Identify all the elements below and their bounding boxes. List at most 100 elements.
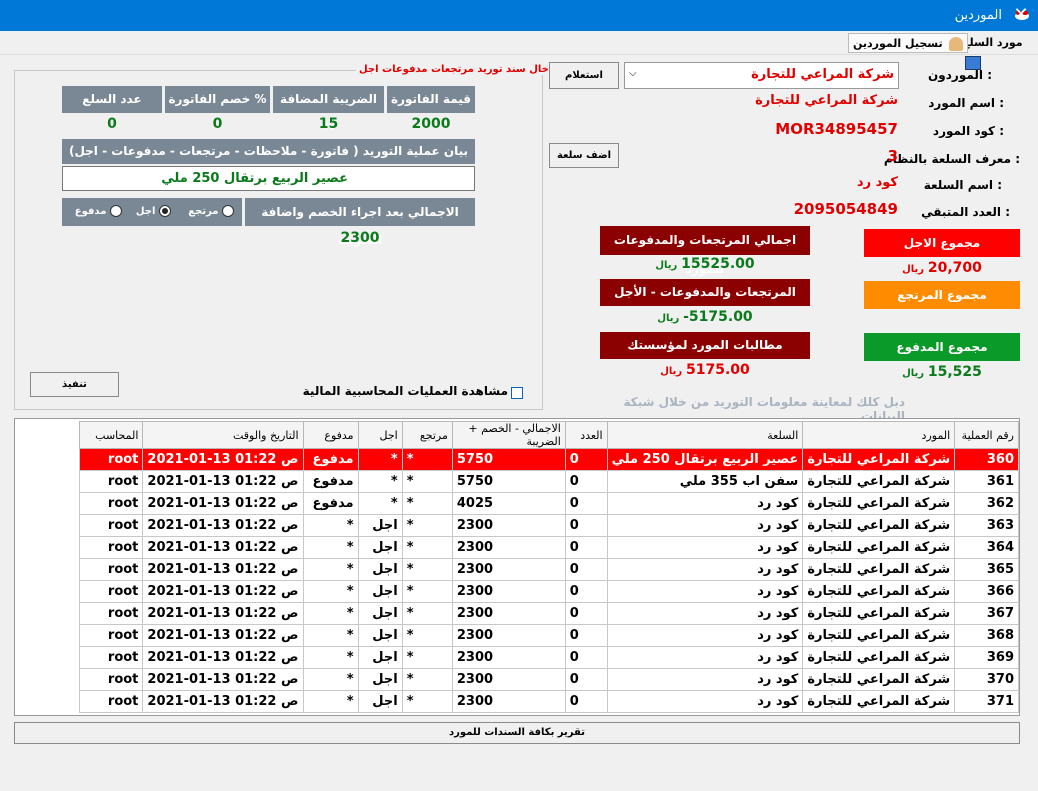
table-row[interactable]: 364 شركة المراعي للتجارة كود رد 0 2300 * اجل * 2…: [78, 536, 1019, 559]
cell-item: كود رد: [606, 690, 804, 713]
cell-op-number: 366: [954, 580, 1019, 603]
col-total[interactable]: الاجمالي - الخصم + الضريبة: [451, 421, 566, 449]
paid-total-row: 15,525 ريال: [864, 364, 1020, 380]
description-header: بيان عملية التوريد ( فاتورة - ملاحظات - …: [62, 139, 475, 164]
cell-datetime: 2021-01-13 01:22 ص: [142, 536, 304, 559]
cell-returned: *: [401, 470, 453, 493]
cell-count: 0: [564, 448, 608, 471]
table-row[interactable]: 361 شركة المراعي للتجارة سفن اب 355 ملي 0 57…: [78, 470, 1019, 493]
col-deferred[interactable]: اجل: [357, 421, 403, 449]
radio-deferred[interactable]: اجل: [135, 205, 171, 217]
cell-count: 0: [564, 646, 608, 669]
register-suppliers-tool[interactable]: تسجيل الموردين: [848, 33, 969, 53]
table-row[interactable]: 367 شركة المراعي للتجارة كود رد 0 2300 * اجل * 2…: [78, 602, 1019, 625]
cell-returned: *: [401, 646, 453, 669]
deferred-total-box[interactable]: مجموع الاجل: [864, 229, 1020, 257]
table-row[interactable]: 362 شركة المراعي للتجارة كود رد 0 4025 * * مدفو…: [78, 492, 1019, 515]
cell-count: 0: [564, 492, 608, 515]
invoice-value[interactable]: 2000: [387, 116, 475, 132]
table-row[interactable]: 370 شركة المراعي للتجارة كود رد 0 2300 * اجل * 2…: [78, 668, 1019, 691]
cell-datetime: 2021-01-13 01:22 ص: [142, 514, 304, 537]
vat-value[interactable]: 15: [273, 116, 384, 132]
cell-deferred: اجل: [357, 580, 403, 603]
cell-paid: *: [302, 690, 359, 713]
cell-supplier: شركة المراعي للتجارة: [802, 470, 956, 493]
col-op-number[interactable]: رقم العملية: [954, 421, 1019, 449]
cell-datetime: 2021-01-13 01:22 ص: [142, 690, 304, 713]
cell-item: كود رد: [606, 602, 804, 625]
col-item[interactable]: السلعة: [606, 421, 804, 449]
cell-accountant: root: [78, 514, 144, 537]
returns-minus-deferred-box[interactable]: المرتجعات والمدفوعات - الأجل: [600, 279, 810, 306]
supplier-name-label: اسم المورد :: [928, 96, 1004, 110]
cell-supplier: شركة المراعي للتجارة: [802, 492, 956, 515]
table-row[interactable]: 365 شركة المراعي للتجارة كود رد 0 2300 * اجل * 2…: [78, 558, 1019, 581]
table-row[interactable]: 366 شركة المراعي للتجارة كود رد 0 2300 * اجل * 2…: [78, 580, 1019, 603]
supplier-claims-box[interactable]: مطالبات المورد لمؤسستك: [600, 332, 810, 359]
operations-table: رقم العملية المورد السلعة العدد الاجمالي…: [78, 421, 1019, 713]
cell-returned: *: [401, 602, 453, 625]
cell-op-number: 369: [954, 646, 1019, 669]
paid-total-box[interactable]: مجموع المدفوع: [864, 333, 1020, 361]
col-datetime[interactable]: التاريخ والوقت: [142, 421, 304, 449]
total-returns-paid-box[interactable]: اجمالي المرتجعات والمدفوعات للمورد: [600, 226, 810, 276]
supplier-name-value: شركة المراعي للتجارة: [755, 93, 898, 108]
inquiry-button[interactable]: استعلام: [549, 62, 619, 89]
table-row[interactable]: 371 شركة المراعي للتجارة كود رد 0 2300 * اجل * 2…: [78, 690, 1019, 713]
cell-item: كود رد: [606, 668, 804, 691]
cell-supplier: شركة المراعي للتجارة: [802, 690, 956, 713]
cell-paid: مدفوع: [302, 492, 359, 515]
cell-item: كود رد: [606, 558, 804, 581]
col-supplier[interactable]: المورد: [802, 421, 956, 449]
close-icon[interactable]: ✕: [1009, 4, 1033, 26]
col-accountant[interactable]: المحاسب: [78, 421, 144, 449]
supplier-select-value: شركة المراعي للتجارة: [751, 67, 894, 82]
item-name-label: اسم السلعة :: [923, 178, 1002, 192]
cell-count: 0: [564, 690, 608, 713]
cell-returned: *: [401, 668, 453, 691]
supplier-select[interactable]: شركة المراعي للتجارة ⌵: [624, 62, 899, 89]
deferred-total-row: 20,700 ريال: [864, 260, 1020, 276]
table-row[interactable]: 368 شركة المراعي للتجارة كود رد 0 2300 * اجل * 2…: [78, 624, 1019, 647]
view-operations-checkbox[interactable]: [511, 387, 523, 399]
cell-total: 2300: [451, 536, 566, 559]
cell-accountant: root: [78, 448, 144, 471]
operations-grid[interactable]: رقم العملية المورد السلعة العدد الاجمالي…: [14, 418, 1020, 716]
cell-total: 2300: [451, 602, 566, 625]
cell-total: 2300: [451, 624, 566, 647]
cell-count: 0: [564, 558, 608, 581]
col-returned[interactable]: مرتجع: [401, 421, 453, 449]
report-button[interactable]: تقرير بكافة السندات للمورد: [14, 722, 1020, 744]
supplier-code-value: MOR34895457: [775, 120, 898, 138]
returned-total-box[interactable]: مجموع المرتجع: [864, 281, 1020, 309]
supplier-goods-tool[interactable]: مورد السلع: [958, 33, 1038, 70]
supplier-code-label: كود المورد :: [932, 124, 1004, 138]
cell-paid: *: [302, 580, 359, 603]
cell-item: كود رد: [606, 514, 804, 537]
table-row[interactable]: 360 شركة المراعي للتجارة عصير الربيع برتقا…: [78, 448, 1019, 471]
cell-total: 2300: [451, 690, 566, 713]
table-row[interactable]: 369 شركة المراعي للتجارة كود رد 0 2300 * اجل * 2…: [78, 646, 1019, 669]
cell-returned: *: [401, 558, 453, 581]
cell-accountant: root: [78, 690, 144, 713]
currency-label: ريال: [660, 366, 683, 377]
cell-deferred: اجل: [357, 690, 403, 713]
col-count[interactable]: العدد: [564, 421, 608, 449]
table-row[interactable]: 363 شركة المراعي للتجارة كود رد 0 2300 * اجل * 2…: [78, 514, 1019, 537]
cell-deferred: اجل: [357, 646, 403, 669]
cell-item: كود رد: [606, 580, 804, 603]
discount-value[interactable]: 0: [165, 116, 270, 132]
execute-button[interactable]: تنفيذ: [30, 372, 119, 397]
radio-deferred-label: اجل: [135, 206, 156, 217]
cell-total: 4025: [451, 492, 566, 515]
radio-paid[interactable]: مدفوع: [75, 205, 122, 217]
cell-paid: *: [302, 646, 359, 669]
radio-returned[interactable]: مرتجع: [188, 205, 234, 217]
add-item-button[interactable]: اضف سلعة: [549, 143, 619, 168]
description-input[interactable]: عصير الربيع برتقال 250 ملي: [62, 166, 475, 191]
col-paid[interactable]: مدفوع: [302, 421, 359, 449]
cell-paid: *: [302, 514, 359, 537]
cell-accountant: root: [78, 536, 144, 559]
items-count-value[interactable]: 0: [62, 116, 162, 132]
cell-returned: *: [401, 690, 453, 713]
